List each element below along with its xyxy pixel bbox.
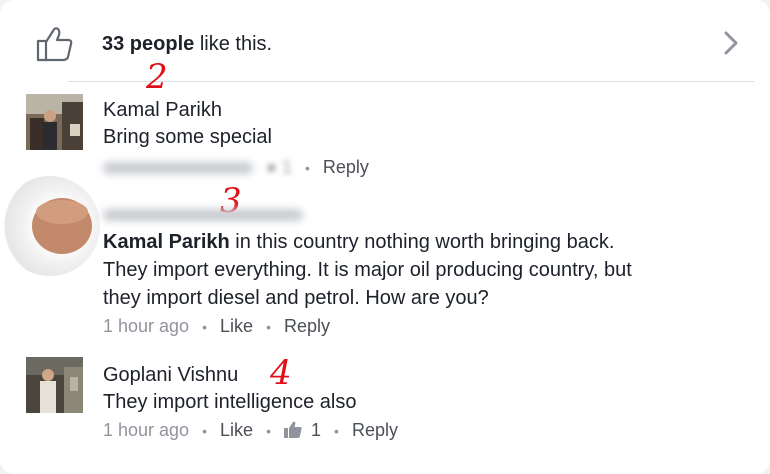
- likes-count-text: 33 people like this.: [102, 33, 272, 56]
- comment-text: Bring some special: [103, 126, 272, 148]
- comment-meta: ● 1 • Reply: [103, 157, 369, 178]
- annotation-number: 4: [270, 353, 292, 393]
- avatar[interactable]: [26, 94, 83, 150]
- like-link[interactable]: Like: [220, 316, 253, 336]
- comment-time: 1 hour ago: [103, 420, 190, 440]
- like-link[interactable]: Like: [220, 420, 253, 440]
- comment-meta: 1 hour ago • Like • 1 • Reply: [103, 420, 398, 441]
- likes-suffix: like this.: [199, 33, 273, 55]
- thumbs-up-outline-icon: [36, 27, 73, 62]
- comment-author[interactable]: Kamal Parikh: [103, 99, 222, 122]
- meta-separator: •: [334, 423, 339, 439]
- reply-link[interactable]: Reply: [323, 157, 369, 177]
- likes-summary-bar[interactable]: 33 people like this.: [0, 0, 770, 82]
- avatar-photo: [26, 357, 83, 413]
- reply-link[interactable]: Reply: [352, 420, 398, 440]
- comment-text: Kamal Parikh in this country nothing wor…: [103, 228, 743, 312]
- avatar-photo: [26, 94, 83, 150]
- meta-separator: •: [202, 423, 207, 439]
- comment-author[interactable]: Goplani Vishnu: [103, 364, 238, 387]
- likes-count: 33 people: [102, 33, 195, 55]
- thumbs-up-icon: [283, 421, 302, 438]
- reply-link[interactable]: Reply: [284, 316, 330, 336]
- comment-like-count: 1: [281, 157, 292, 177]
- blurred-like-count: ●: [266, 157, 277, 177]
- meta-separator: •: [266, 423, 271, 439]
- avatar-photo: [32, 198, 92, 254]
- comment-text: They import intelligence also: [103, 391, 357, 413]
- meta-separator: •: [202, 319, 207, 335]
- comments-card: 33 people like this. 2 Kamal Parikh Brin…: [0, 0, 770, 474]
- comment-text-line3: they import diesel and petrol. How are y…: [103, 287, 489, 309]
- meta-separator: •: [304, 160, 310, 176]
- comment-like-count[interactable]: 1: [311, 420, 321, 440]
- comment-time: 1 hour ago: [103, 316, 190, 336]
- chevron-right-icon[interactable]: [722, 30, 740, 56]
- avatar[interactable]: [26, 357, 83, 413]
- mentioned-user[interactable]: Kamal Parikh: [103, 231, 230, 253]
- blurred-name: [103, 209, 303, 222]
- comment-meta: 1 hour ago • Like • Reply: [103, 316, 330, 337]
- avatar[interactable]: [0, 176, 100, 276]
- annotation-number: 2: [146, 57, 168, 97]
- meta-separator: •: [266, 319, 271, 335]
- divider: [68, 81, 754, 82]
- comment-text-line2: They import everything. It is major oil …: [103, 259, 632, 281]
- comment-text-line1: in this country nothing worth bringing b…: [229, 231, 615, 253]
- blurred-author-name[interactable]: [103, 204, 303, 225]
- blurred-timestamp: [103, 162, 253, 175]
